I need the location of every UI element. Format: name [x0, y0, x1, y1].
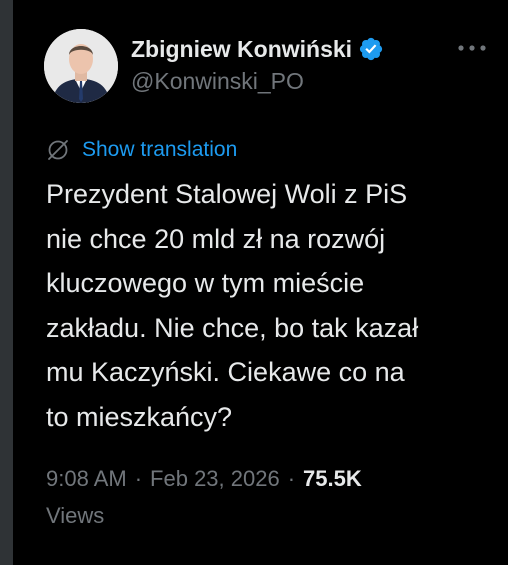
globe-icon — [48, 140, 68, 160]
views-label: Views — [46, 503, 105, 528]
verified-badge-icon[interactable] — [358, 36, 384, 62]
author-name-row: Zbigniew Konwiński — [131, 33, 451, 65]
tweet-metadata: 9:08 AM · Feb 23, 2026 · 75.5K — [46, 463, 362, 495]
profile-photo — [44, 29, 118, 103]
show-translation-label: Show translation — [82, 138, 238, 161]
tweet-text: Prezydent Stalowej Woli z PiS nie chce 2… — [46, 179, 419, 432]
views-count: 75.5K — [303, 466, 362, 491]
timeline-divider — [0, 0, 13, 565]
tweet-time[interactable]: 9:08 AM — [46, 466, 127, 492]
author-block: Zbigniew Konwiński @Konwinski_PO — [131, 33, 451, 95]
show-translation-link[interactable]: Show translation — [46, 137, 237, 163]
tweet-detail: Zbigniew Konwiński @Konwinski_PO Show tr… — [13, 0, 508, 565]
author-handle[interactable]: @Konwinski_PO — [131, 68, 451, 95]
author-display-name[interactable]: Zbigniew Konwiński — [131, 36, 352, 63]
meta-separator: · — [134, 466, 143, 491]
more-options-button[interactable] — [454, 36, 490, 60]
avatar[interactable] — [44, 29, 118, 103]
ellipsis-icon — [458, 45, 486, 51]
tweet-date[interactable]: Feb 23, 2026 — [150, 466, 280, 492]
meta-separator: · — [287, 466, 296, 491]
